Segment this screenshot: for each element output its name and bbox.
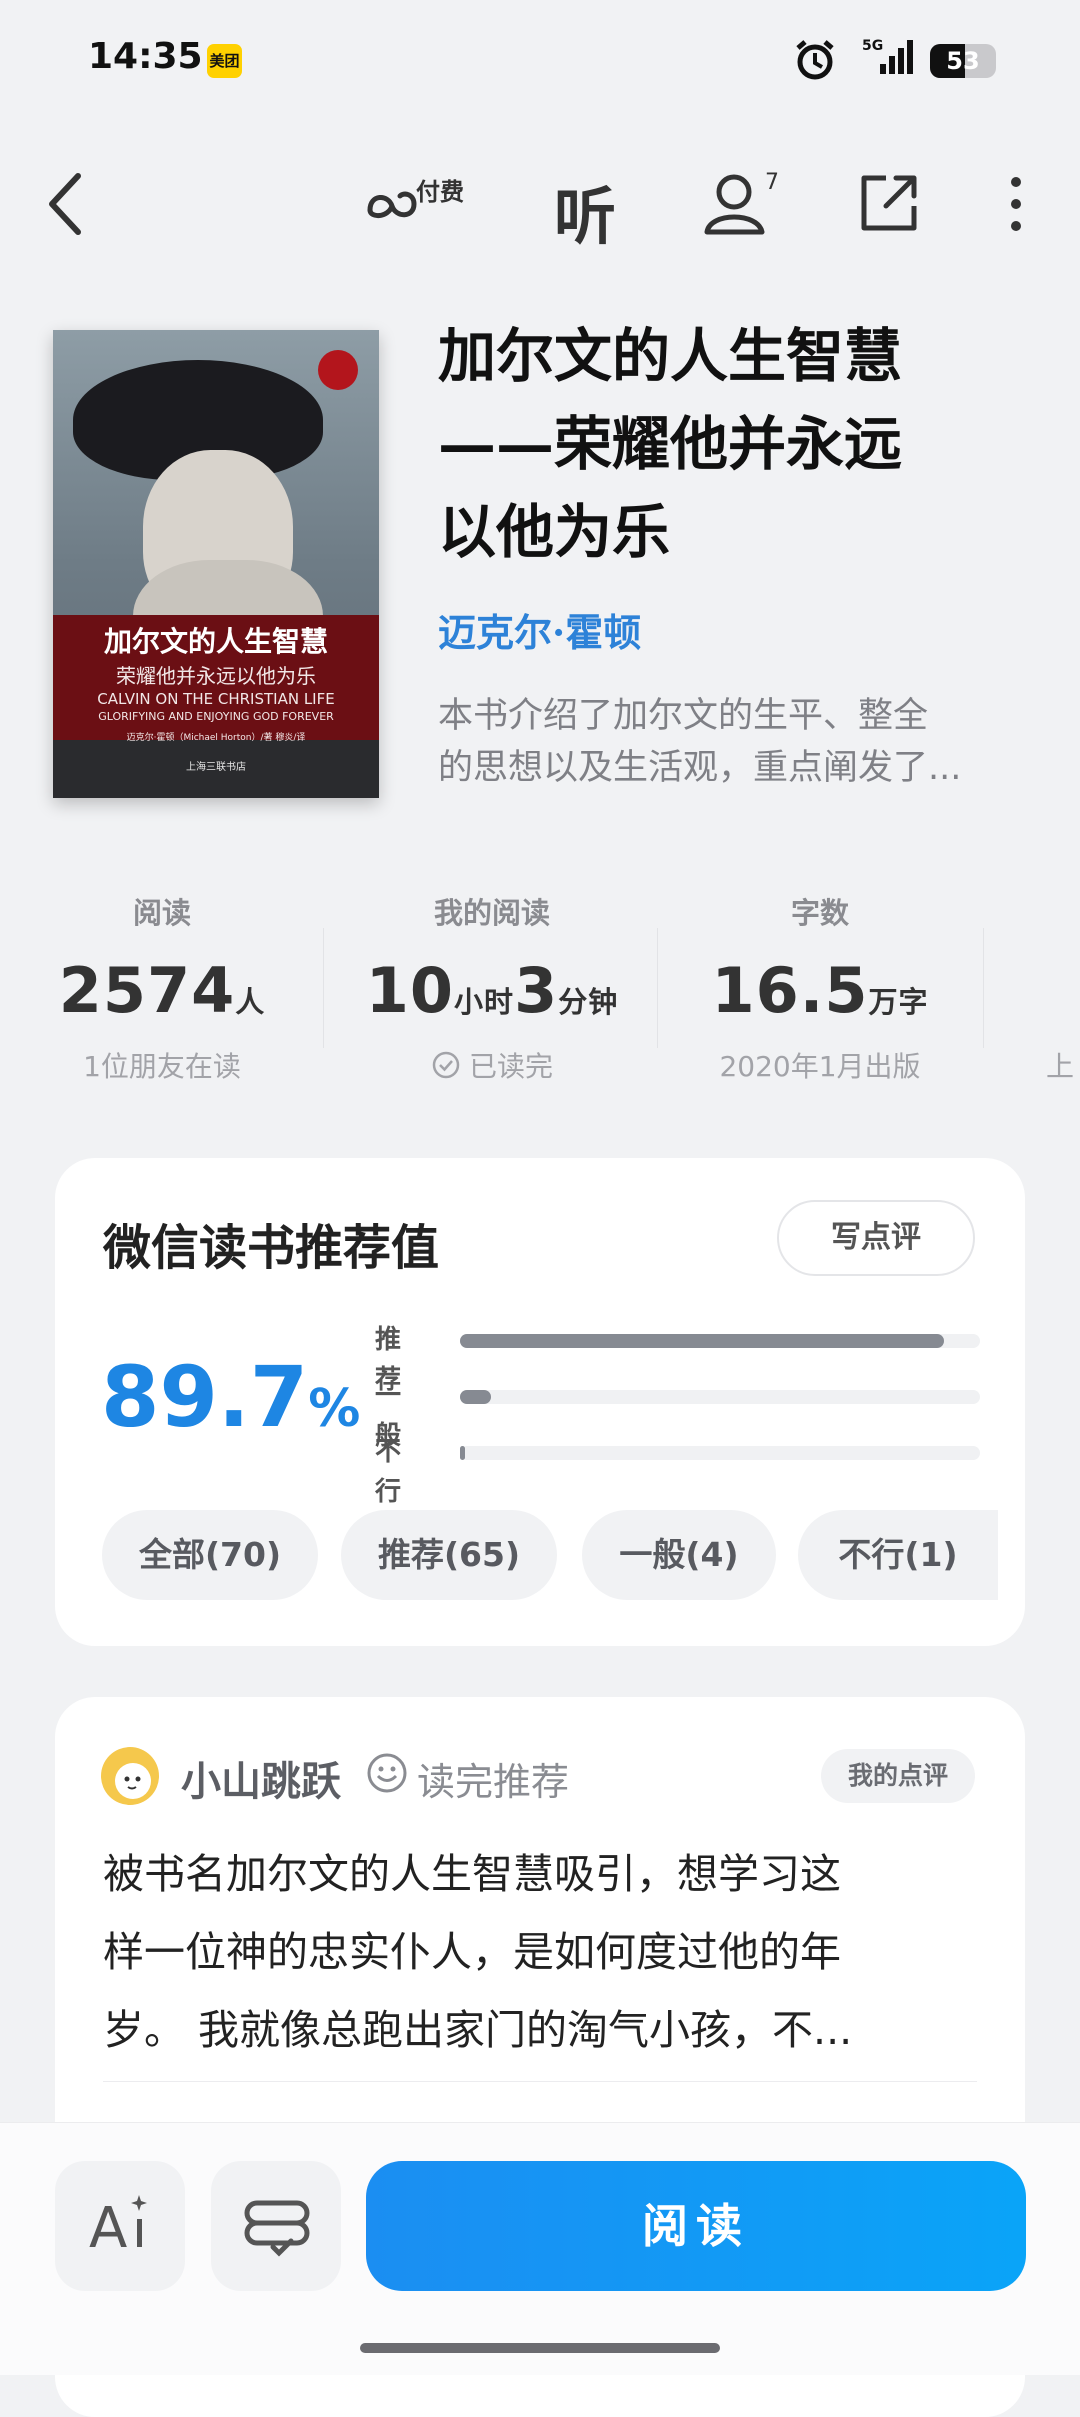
infinity-icon[interactable] (364, 178, 420, 228)
home-indicator[interactable] (360, 2343, 720, 2353)
check-circle-icon (432, 1051, 460, 1079)
divider (103, 2081, 977, 2082)
stat-value: 10小时3分钟 (365, 954, 619, 1027)
ai-font-icon: A (89, 2195, 147, 2261)
book-title-line: 以他为乐 (438, 498, 671, 566)
listen-button[interactable]: 听 (554, 166, 616, 256)
stat-sub-partial: 上 (1046, 1050, 1075, 1083)
stat-divider (983, 928, 984, 1048)
meituan-notification-icon: 美团 (207, 44, 242, 78)
book-author-link[interactable]: 迈克尔·霍顿 (438, 602, 641, 657)
rating-bar-track (460, 1446, 980, 1460)
stat-sub: 2020年1月出版 (719, 1050, 921, 1083)
more-icon[interactable] (1006, 176, 1026, 232)
stat-my-reading[interactable]: 我的阅读 10小时3分钟 已读完 (332, 890, 652, 1085)
cover-authors: 迈克尔·霍顿（Michael Horton）/著 穆炎/译 (126, 733, 306, 743)
stat-value: 16.5万字 (711, 954, 929, 1027)
publisher-logo (318, 350, 358, 390)
book-cover[interactable]: 加尔文的人生智慧 荣耀他并永远以他为乐 CALVIN ON THE CHRIST… (53, 330, 379, 798)
read-button[interactable]: 阅读 (366, 2161, 1026, 2291)
stat-divider (323, 928, 324, 1048)
book-intro-line: 的思想以及生活观，重点阐发了... (438, 748, 962, 788)
book-title: 加尔文的人生智慧 ——荣耀他并永远 以他为乐 (438, 312, 998, 576)
my-review-badge: 我的点评 (821, 1749, 975, 1803)
paid-label[interactable]: 付费 (416, 172, 464, 207)
rating-bar-fill (460, 1390, 492, 1404)
rating-bar-label: 不行 (375, 1437, 402, 1507)
book-intro-line: 本书介绍了加尔文的生平、整全 (438, 696, 929, 736)
review-text-line: 样一位神的忠实仆人，是如何度过他的年 (103, 1928, 841, 1976)
share-icon[interactable] (858, 172, 920, 234)
filter-chip-poor[interactable]: 不行(1) (798, 1510, 998, 1600)
book-title-line: ——荣耀他并永远 (438, 410, 903, 478)
back-icon[interactable] (46, 172, 86, 236)
review-tag: 读完推荐 (417, 1760, 570, 1804)
rating-bar-track (460, 1390, 980, 1404)
rating-bar-fill (460, 1446, 466, 1460)
stat-readers[interactable]: 阅读 2574人 1位朋友在读 (2, 890, 322, 1085)
review-text[interactable]: 被书名加尔文的人生智慧吸引，想学习这 样一位神的忠实仆人，是如何度过他的年 岁。… (103, 1835, 983, 2069)
filter-chip-average[interactable]: 一般(4) (582, 1510, 776, 1600)
stat-label: 字数 (790, 896, 849, 930)
status-time: 14:35 (88, 36, 203, 77)
filter-chip-recommend[interactable]: 推荐(65) (341, 1510, 557, 1600)
stat-divider (657, 928, 658, 1048)
write-review-button[interactable]: 写点评 (777, 1200, 975, 1276)
cover-publisher: 上海三联书店 (186, 762, 246, 773)
stat-value: 2574人 (58, 954, 266, 1027)
rating-bar-fill (460, 1334, 944, 1348)
rating-title: 微信读书推荐值 (103, 1220, 440, 1276)
svg-text:A: A (89, 2196, 127, 2261)
review-text-line: 岁。 我就像总跑出家门的淘气小孩，不... (103, 2006, 853, 2054)
note-list-icon (244, 2200, 310, 2257)
cover-english-title: CALVIN ON THE CHRISTIAN LIFE (97, 690, 335, 708)
font-settings-button[interactable]: A (55, 2161, 185, 2291)
bottom-bar: A 阅读 (0, 2122, 1080, 2375)
note-button[interactable] (211, 2161, 341, 2291)
rating-bar-track (460, 1334, 980, 1348)
signal-5g-icon: 5G (862, 38, 913, 74)
cover-title: 加尔文的人生智慧 (103, 625, 328, 658)
filter-chip-all[interactable]: 全部(70) (102, 1510, 318, 1600)
book-title-line: 加尔文的人生智慧 (438, 322, 903, 390)
battery-level: 53 (946, 47, 980, 75)
stat-label: 我的阅读 (433, 896, 550, 930)
avatar-cat-icon (115, 1763, 151, 1799)
rating-value: 89.7% (101, 1348, 361, 1446)
review-text-line: 被书名加尔文的人生智慧吸引，想学习这 (103, 1850, 841, 1898)
stat-word-count[interactable]: 字数 16.5万字 2020年1月出版 (660, 890, 980, 1085)
stat-sub: 1位朋友在读 (83, 1050, 241, 1083)
person-icon[interactable] (702, 172, 768, 236)
reviewer-avatar[interactable] (101, 1747, 159, 1805)
cover-english-subtitle: GLORIFYING AND ENJOYING GOD FOREVER (98, 710, 334, 723)
smile-icon (367, 1753, 407, 1793)
stat-label: 阅读 (132, 896, 191, 930)
reviewer-name[interactable]: 小山跳跃 (181, 1749, 341, 1807)
follower-count: 7 (765, 170, 779, 195)
stat-sub: 已读完 (332, 1045, 652, 1085)
alarm-icon (796, 40, 834, 80)
cover-subtitle: 荣耀他并永远以他为乐 (116, 664, 316, 688)
rating-card: 微信读书推荐值 写点评 89.7% 推荐 一般 不行 全部(70) 推荐(65)… (55, 1158, 1025, 1646)
book-intro[interactable]: 本书介绍了加尔文的生平、整全 的思想以及生活观，重点阐发了... (438, 690, 1018, 794)
network-label: 5G (862, 38, 883, 54)
battery-icon: 53 (930, 44, 996, 78)
